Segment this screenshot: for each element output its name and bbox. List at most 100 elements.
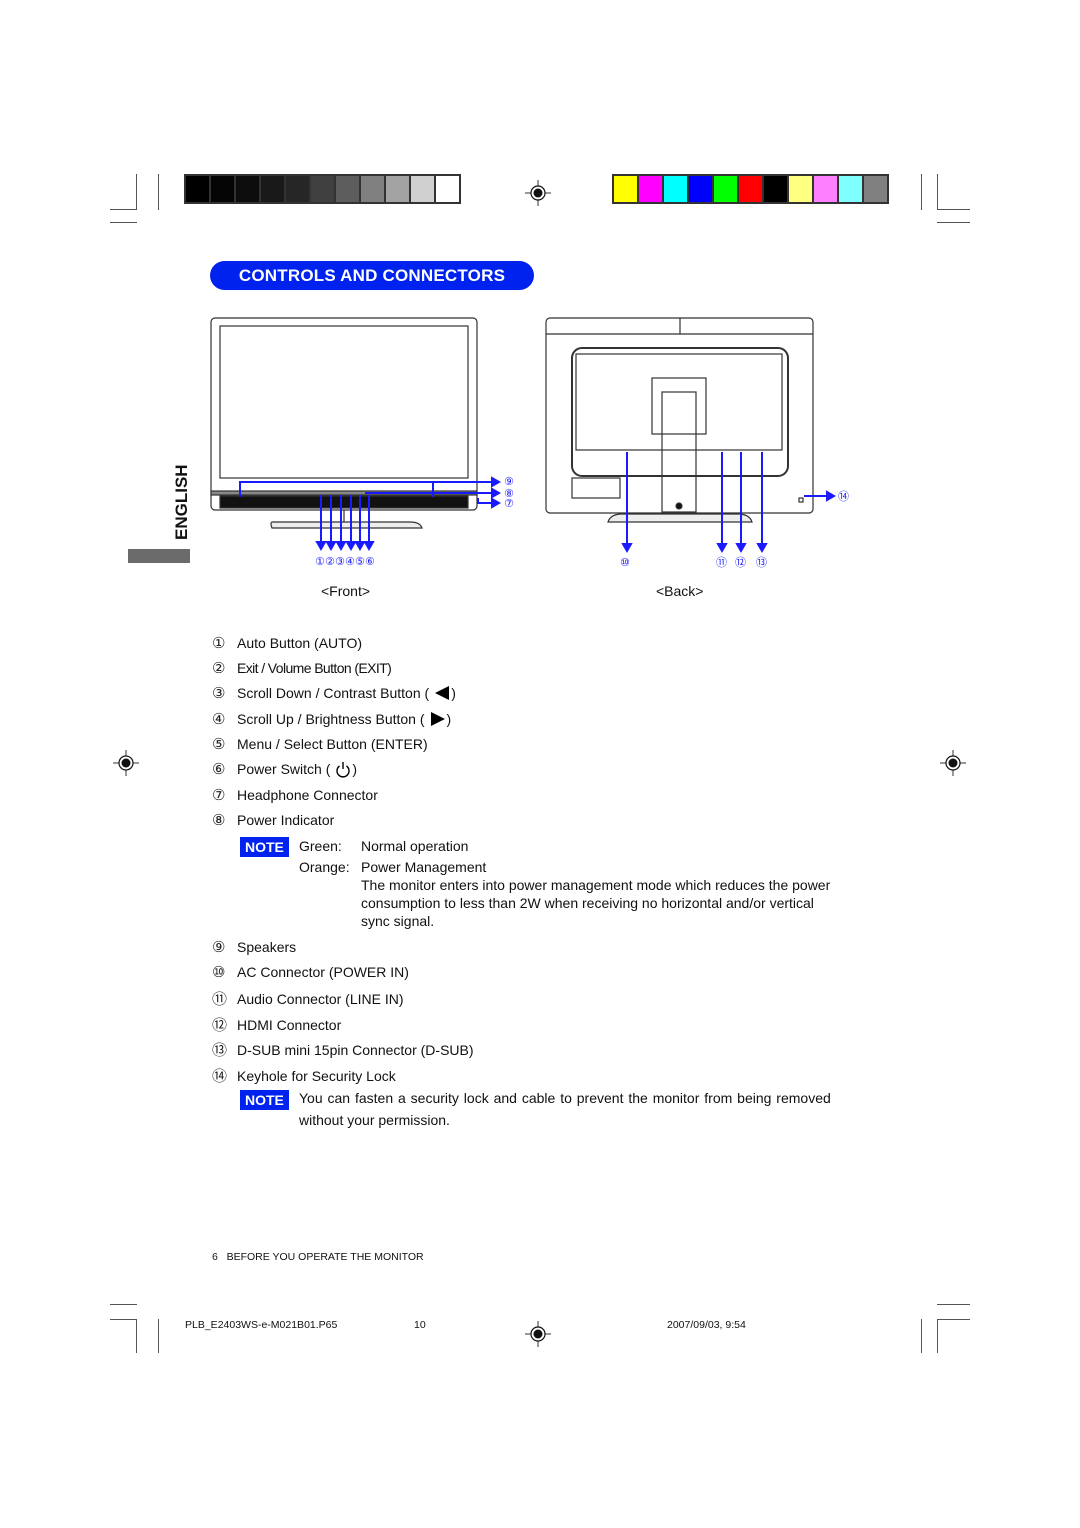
item-number: ① (212, 635, 226, 652)
callout-arrows (239, 476, 502, 552)
color-swatch (236, 176, 259, 202)
item-number: ⑫ (212, 1017, 228, 1034)
item-label: HDMI Connector (237, 1016, 342, 1033)
front-monitor-diagram: ⑨ ⑧ ⑦ ① ② ③ ④ ⑤ ⑥ (210, 317, 514, 568)
crop-mark (937, 1319, 938, 1353)
note-orange-label: Orange: (299, 859, 350, 875)
item-number: ⑨ (212, 939, 226, 956)
item-label: Audio Connector (LINE IN) (237, 990, 404, 1007)
color-swatch (261, 176, 284, 202)
note-green-label: Green: (299, 838, 342, 854)
crop-mark (110, 209, 137, 210)
list-item-ac-connector: ⑩ AC Connector (POWER IN) (212, 963, 409, 981)
crop-mark (110, 1304, 137, 1305)
item-label-suffix: ) (451, 685, 456, 701)
crop-mark (136, 1319, 137, 1353)
list-item-scroll-down-button: ③ Scroll Down / Contrast Button ( ) (212, 684, 456, 702)
color-swatch (664, 176, 687, 202)
item-label: AC Connector (POWER IN) (237, 964, 409, 980)
color-swatch (386, 176, 409, 202)
item-label: Keyhole for Security Lock (237, 1067, 396, 1084)
color-swatch (361, 176, 384, 202)
registration-mark-icon (525, 180, 551, 206)
back-caption: <Back> (656, 583, 704, 599)
crop-mark (110, 222, 137, 223)
color-swatch (714, 176, 737, 202)
crop-mark (937, 174, 938, 210)
crop-mark (937, 222, 970, 223)
callout-label: ⑩ (620, 556, 630, 569)
note-green-text: Normal operation (361, 838, 469, 854)
color-calibration-bar (612, 174, 889, 204)
item-number: ② (212, 660, 226, 677)
note-badge: NOTE (240, 837, 289, 857)
color-swatch (436, 176, 459, 202)
callout-label: ⑦ (504, 497, 514, 510)
print-datetime: 2007/09/03, 9:54 (667, 1319, 746, 1331)
item-label: Exit / Volume Button (EXIT) (237, 660, 392, 676)
crop-mark (136, 174, 137, 210)
item-label-suffix: ) (446, 711, 452, 727)
language-tab-marker (128, 549, 190, 563)
page-footer: 6 BEFORE YOU OPERATE THE MONITOR (212, 1251, 424, 1263)
section-title: CONTROLS AND CONNECTORS (210, 261, 534, 290)
print-file-name: PLB_E2403WS-e-M021B01.P65 (185, 1319, 338, 1331)
callout-label: ③ (335, 555, 345, 568)
color-swatch (814, 176, 837, 202)
item-number: ⑬ (212, 1042, 228, 1059)
front-caption: <Front> (321, 583, 371, 599)
item-label: Speakers (237, 939, 297, 955)
note-detail-line: sync signal. (361, 913, 435, 929)
item-number: ⑤ (212, 736, 226, 753)
crop-mark (921, 1319, 922, 1353)
registration-mark-icon (940, 750, 966, 776)
power-icon (336, 761, 351, 777)
list-item-headphone-connector: ⑦ Headphone Connector (212, 786, 378, 804)
list-item-auto-button: ① Auto Button (AUTO) (212, 634, 362, 652)
left-triangle-icon (435, 686, 450, 700)
language-label: ENGLISH (172, 464, 191, 540)
callout-label: ⑥ (365, 555, 375, 568)
grayscale-calibration-bar (184, 174, 461, 204)
item-label: Scroll Down / Contrast Button ( (237, 685, 430, 701)
color-swatch (311, 176, 334, 202)
color-swatch (639, 176, 662, 202)
list-item-power-indicator: ⑧ Power Indicator (212, 811, 334, 829)
crop-mark (158, 1319, 159, 1353)
color-swatch (739, 176, 762, 202)
color-swatch (186, 176, 209, 202)
registration-mark-icon (525, 1321, 551, 1347)
monitor-front-outline (210, 317, 478, 529)
item-label: Headphone Connector (237, 787, 378, 803)
item-label: Scroll Up / Brightness Button ( (237, 711, 425, 727)
crop-mark (158, 174, 159, 210)
list-item-power-switch: ⑥ Power Switch ( ) (212, 760, 357, 778)
registration-mark-icon (113, 750, 139, 776)
right-triangle-icon (430, 712, 445, 726)
item-label: Power Switch ( (237, 761, 331, 777)
color-swatch (336, 176, 359, 202)
back-callout-labels: ⑩ ⑪ ⑫ ⑬ ⑭ (620, 490, 849, 569)
item-number: ⑦ (212, 787, 226, 804)
note-badge: NOTE (240, 1090, 289, 1110)
item-number: ④ (212, 711, 226, 728)
item-label: Auto Button (AUTO) (237, 635, 363, 651)
note-detail-line: consumption to less than 2W when receivi… (361, 895, 814, 911)
color-swatch (689, 176, 712, 202)
item-number: ⑪ (212, 991, 228, 1008)
callout-label: ① (315, 555, 325, 568)
list-item-exit-button: ② Exit / Volume Button (EXIT) (212, 659, 392, 677)
list-item-security-keyhole: ⑭ Keyhole for Security Lock (212, 1065, 396, 1086)
print-page-number: 10 (414, 1319, 426, 1331)
list-item-scroll-up-button: ④ Scroll Up / Brightness Button ( ) (212, 710, 451, 728)
note-line: without your permission. (299, 1112, 450, 1128)
item-number: ⑭ (212, 1068, 228, 1085)
crop-mark (937, 1304, 970, 1305)
callout-label: ② (325, 555, 335, 568)
list-item-audio-connector: ⑪ Audio Connector (LINE IN) (212, 988, 404, 1009)
callout-label: ⑬ (756, 556, 767, 569)
color-swatch (411, 176, 434, 202)
item-label: Power Indicator (237, 812, 335, 828)
color-swatch (864, 176, 887, 202)
crop-mark (110, 1319, 137, 1320)
